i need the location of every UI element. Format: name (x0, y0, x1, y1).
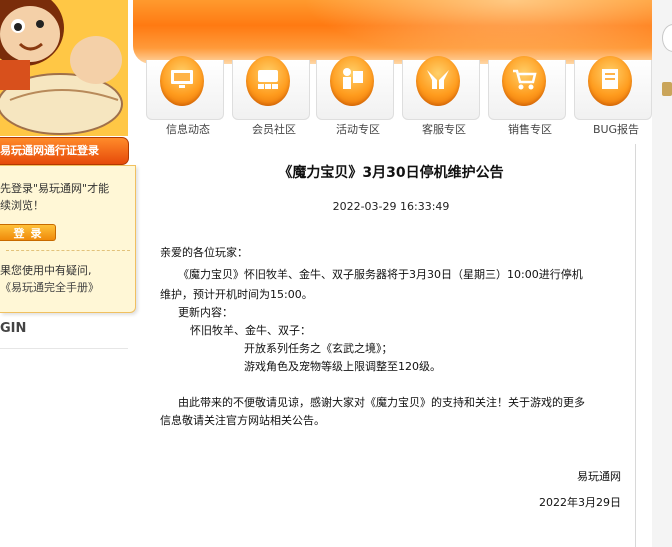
paragraph-line: 维护，预计开机时间为15:00。 (160, 288, 313, 301)
sidebar-divider (0, 348, 128, 349)
monitor-icon (160, 56, 204, 106)
presenter-icon (330, 56, 374, 106)
mascot-art (0, 0, 128, 136)
left-sidebar: 易玩通网通行证登录 先登录"易玩通网"才能 续浏览！ 登录 果您使用中有疑问, … (0, 0, 136, 547)
nav-label: 信息动态 (166, 123, 210, 136)
main-nav: 信息动态 会员社区 活动专区 客服专区 销售专区 BUG报告 (140, 56, 652, 140)
closing-line: 信息敬请关注官方网站相关公告。 (160, 414, 325, 427)
nav-label: 活动专区 (336, 123, 380, 136)
nav-label: BUG报告 (592, 123, 640, 136)
right-edge-strip (652, 0, 672, 547)
login-message: 先登录"易玩通网"才能 续浏览！ (0, 180, 125, 214)
update-item: 开放系列任务之《玄武之境》； (244, 342, 393, 355)
login-message-line-2: 续浏览！ (0, 199, 44, 212)
mascot-illustration (0, 0, 128, 136)
update-heading: 更新内容： (178, 306, 233, 319)
nav-item-support[interactable]: 客服专区 (396, 56, 480, 140)
greeting: 亲爱的各位玩家： (160, 246, 248, 259)
server-list: 怀旧牧羊、金牛、双子： (190, 324, 311, 337)
login-divider (6, 250, 130, 251)
login-panel: 先登录"易玩通网"才能 续浏览！ 登录 果您使用中有疑问, 《易玩通完全手册》 (0, 165, 136, 313)
nav-label: 销售专区 (508, 123, 552, 136)
login-help: 果您使用中有疑问, 《易玩通完全手册》 (0, 262, 132, 296)
banner-glow (303, 0, 653, 60)
nav-item-bug-report[interactable]: BUG报告 (568, 56, 652, 140)
report-icon (588, 56, 632, 106)
login-message-line-1: 先登录"易玩通网"才能 (0, 182, 110, 195)
signature-organization: 易玩通网 (577, 470, 621, 483)
help-text: 果您使用中有疑问, (0, 264, 92, 277)
nav-item-sales[interactable]: 销售专区 (482, 56, 566, 140)
article-title: 《魔力宝贝》3月30日停机维护公告 (278, 165, 504, 181)
login-button[interactable]: 登录 (0, 224, 56, 241)
paragraph-line: 《魔力宝贝》怀旧牧羊、金牛、双子服务器将于3月30日（星期三）10:00进行停机 (178, 268, 583, 281)
sidebar-section-heading: GIN (0, 321, 27, 336)
community-icon (246, 56, 290, 106)
nav-item-news[interactable]: 信息动态 (140, 56, 224, 140)
article-content: 《魔力宝贝》3月30日停机维护公告 2022-03-29 16:33:49 亲爱… (146, 144, 636, 547)
nav-item-events[interactable]: 活动专区 (310, 56, 394, 140)
top-banner (133, 0, 653, 64)
signature-date: 2022年3月29日 (539, 496, 621, 509)
nav-label: 客服专区 (422, 123, 466, 136)
nav-label: 会员社区 (252, 123, 296, 136)
hands-icon (416, 56, 460, 106)
nav-item-community[interactable]: 会员社区 (226, 56, 310, 140)
decorative-ball (662, 24, 672, 52)
decorative-mark (662, 82, 672, 96)
manual-link[interactable]: 《易玩通完全手册》 (0, 279, 132, 296)
post-date: 2022-03-29 16:33:49 (332, 200, 450, 213)
login-tab-header[interactable]: 易玩通网通行证登录 (0, 137, 129, 165)
closing-line: 由此带来的不便敬请见谅，感谢大家对《魔力宝贝》的支持和关注！关于游戏的更多 (178, 396, 585, 409)
update-item: 游戏角色及宠物等级上限调整至120级。 (244, 360, 441, 373)
cart-icon (502, 56, 546, 106)
